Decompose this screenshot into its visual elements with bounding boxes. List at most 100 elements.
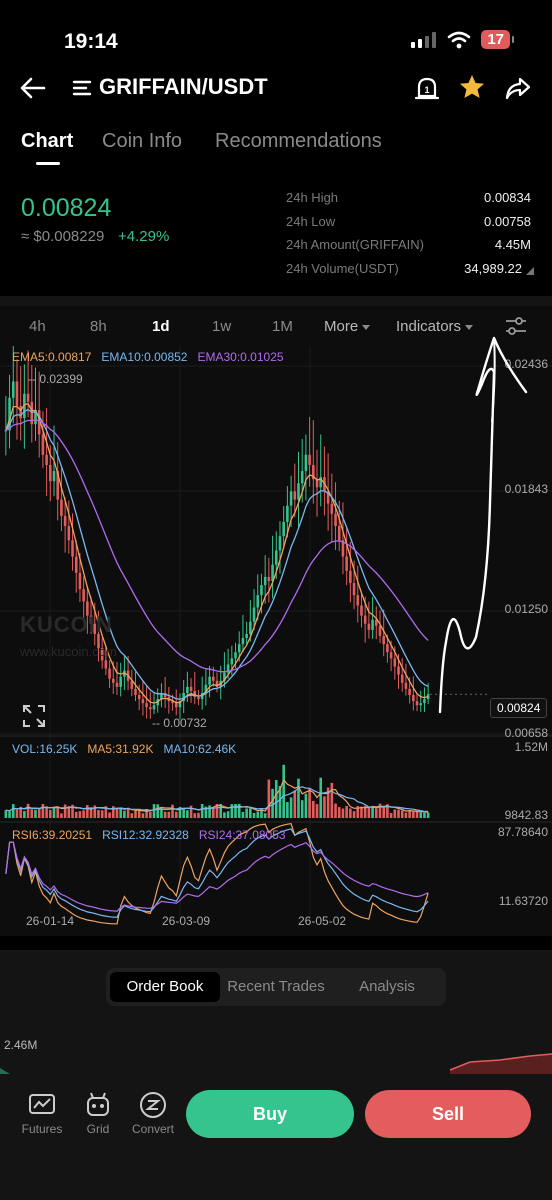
period-4h[interactable]: 4h — [29, 318, 46, 335]
tab-recommendations[interactable]: Recommendations — [215, 130, 382, 153]
volume-bar — [423, 812, 426, 818]
stat-24h-volume: 24h Volume(USDT) 34,989.22 — [286, 261, 534, 285]
candle-body — [71, 540, 74, 557]
volume-bar — [419, 812, 423, 818]
rsi24-legend: RSI24:37.08053 — [198, 828, 286, 842]
detail-tabs: Chart Coin Info Recommendations — [0, 126, 552, 170]
volume-bar — [286, 802, 289, 818]
candle-body — [282, 521, 285, 537]
rsi6-legend: RSI6:39.20251 — [12, 828, 93, 842]
nav-bar: GRIFFAIN/USDT 1 — [0, 66, 552, 110]
candle-body — [400, 674, 404, 683]
volume-bar — [330, 782, 334, 818]
favorite-star-icon[interactable] — [457, 72, 487, 102]
candle-body — [145, 703, 148, 708]
candle-body — [337, 526, 341, 541]
candle-body — [115, 682, 119, 687]
share-icon[interactable] — [504, 74, 532, 102]
stat-label: 24h Amount(GRIFFAIN) — [286, 237, 424, 252]
volume-bar — [293, 790, 297, 818]
price-alert-icon[interactable]: 1 — [414, 74, 440, 102]
period-more-dropdown[interactable]: More — [324, 318, 371, 335]
candle-body — [245, 633, 248, 639]
tab-order-book[interactable]: Order Book — [110, 972, 220, 1002]
volume-bar — [308, 788, 311, 818]
candle-body — [52, 471, 56, 482]
candle-body — [382, 635, 385, 645]
back-arrow-icon[interactable] — [18, 74, 48, 102]
stat-24h-amount: 24h Amount(GRIFFAIN) 4.45M — [286, 237, 534, 261]
candle-body — [412, 695, 415, 702]
candle-body — [11, 381, 15, 398]
panel-segment-control: Order Book Recent Trades Analysis — [106, 968, 446, 1006]
volume-bar — [271, 788, 274, 818]
volume-bar — [123, 810, 126, 818]
fullscreen-icon[interactable] — [22, 704, 46, 728]
chevron-down-icon — [465, 324, 474, 330]
period-1d[interactable]: 1d — [152, 318, 170, 335]
volume-bar — [389, 813, 393, 818]
candle-body — [293, 491, 297, 500]
signal-icon — [411, 31, 437, 48]
volume-bar — [15, 809, 19, 818]
volume-bar — [52, 807, 56, 818]
volume-bar — [189, 805, 193, 818]
tab-recent-trades[interactable]: Recent Trades — [220, 972, 332, 1002]
candle-body — [237, 644, 241, 653]
pair-title[interactable]: GRIFFAIN/USDT — [99, 74, 268, 100]
volume-bar — [74, 811, 78, 818]
stats-panel: 24h High 0.00834 24h Low 0.00758 24h Amo… — [286, 190, 534, 284]
pair-menu-icon[interactable] — [72, 78, 92, 98]
volume-bar — [167, 811, 171, 818]
buy-button[interactable]: Buy — [186, 1090, 354, 1138]
volume-bar — [300, 800, 304, 818]
rsi-legend: RSI6:39.20251 RSI12:32.92328 RSI24:37.08… — [12, 828, 286, 842]
candle-body — [82, 589, 85, 602]
candle-body — [149, 707, 152, 710]
rsi12-line — [5, 828, 429, 918]
price-change: +4.29% — [118, 228, 170, 245]
candle-body — [289, 491, 293, 506]
volume-bar — [60, 813, 63, 818]
volume-bar — [49, 809, 52, 818]
volume-bar — [8, 811, 11, 818]
ema-legend: EMA5:0.00817 EMA10:0.00852 EMA30:0.01025 — [12, 350, 284, 364]
volume-bar — [149, 811, 152, 818]
volume-ma-lines — [5, 778, 429, 813]
tab-coin-info[interactable]: Coin Info — [102, 130, 182, 153]
candle-body — [286, 505, 289, 522]
stat-label: 24h High — [286, 190, 339, 205]
tab-analysis[interactable]: Analysis — [332, 972, 442, 1002]
candle-body — [360, 605, 363, 616]
volume-bar — [289, 797, 293, 818]
rsi-axis-bottom: 11.63720 — [498, 894, 548, 908]
period-1m[interactable]: 1M — [272, 318, 293, 335]
candle-body — [308, 454, 311, 465]
candle-body — [211, 676, 215, 681]
convert-button[interactable]: Convert — [121, 1090, 185, 1136]
rsi12-legend: RSI12:32.92328 — [102, 828, 189, 842]
volume-bar — [119, 808, 122, 818]
vol-ma10-legend: MA10:62.46K — [163, 742, 237, 756]
vol-legend: VOL:16.25K — [12, 742, 78, 756]
volume-bar — [86, 805, 89, 818]
vol-ma5-legend: MA5:31.92K — [87, 742, 154, 756]
period-1w[interactable]: 1w — [212, 318, 231, 335]
volume-bar — [367, 806, 371, 818]
tab-chart[interactable]: Chart — [21, 130, 73, 153]
volume-bar — [208, 805, 211, 818]
volume-legend: VOL:16.25K MA5:31.92K MA10:62.46K — [12, 742, 236, 756]
futures-button[interactable]: Futures — [10, 1090, 74, 1136]
candle-body — [267, 576, 271, 582]
candle-body — [137, 695, 141, 700]
period-8h[interactable]: 8h — [90, 318, 107, 335]
rsi-axis-top: 87.78640 — [497, 825, 548, 839]
candle-body — [393, 658, 397, 667]
futures-label: Futures — [21, 1122, 63, 1136]
volume-bar — [345, 805, 348, 818]
volume-bar — [171, 804, 174, 818]
sell-button[interactable]: Sell — [365, 1090, 531, 1138]
candle-body — [189, 686, 193, 691]
volume-bar — [256, 811, 260, 818]
candle-body — [230, 658, 234, 665]
